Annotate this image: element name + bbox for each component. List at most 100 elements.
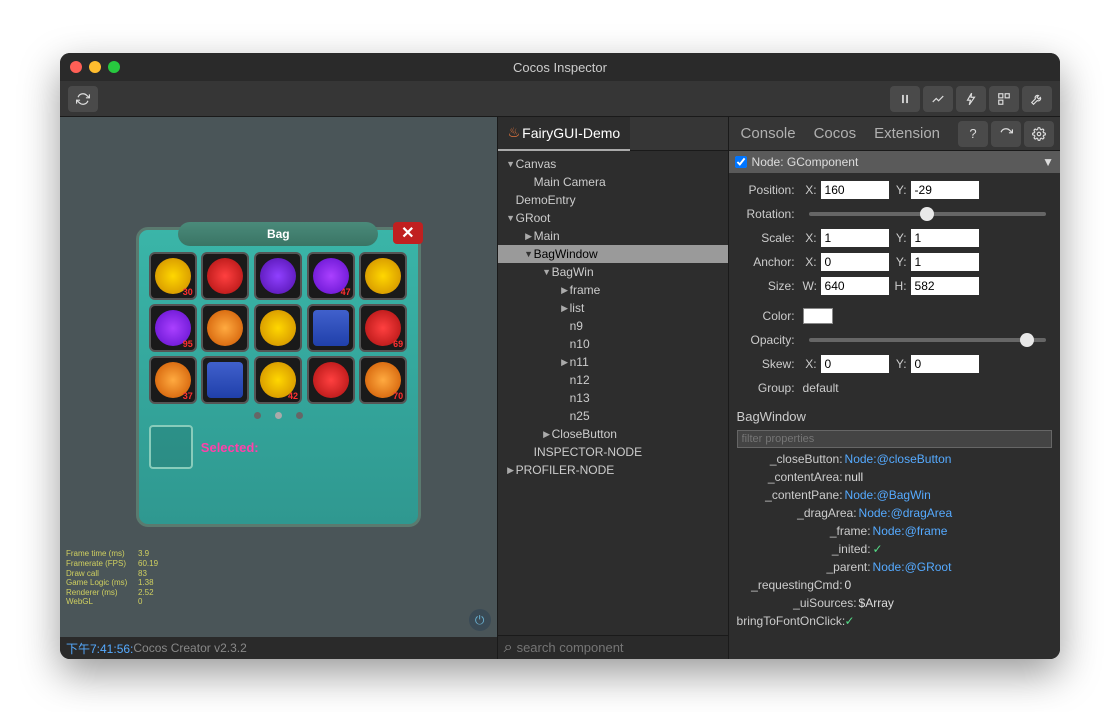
tree-item[interactable]: ▼GRoot (498, 209, 728, 227)
power-icon[interactable]: ⏻ (469, 609, 491, 631)
component-props: _closeButton:Node:@closeButton_contentAr… (729, 450, 1060, 634)
scale-x-input[interactable] (821, 229, 889, 247)
pause-button[interactable] (890, 86, 920, 112)
preview-panel: Bag ✕ 30 47 95 69 37 (60, 117, 498, 659)
chart-button[interactable] (923, 86, 953, 112)
page-dot[interactable] (275, 412, 282, 419)
prop-row[interactable]: _parent:Node:@GRoot (737, 560, 1052, 578)
bag-item[interactable] (201, 252, 249, 300)
skew-y-input[interactable] (911, 355, 979, 373)
page-dot[interactable] (296, 412, 303, 419)
color-swatch[interactable] (803, 308, 833, 324)
bag-item[interactable]: 69 (359, 304, 407, 352)
tree-item[interactable]: ▼BagWindow (498, 245, 728, 263)
anchor-y-input[interactable] (911, 253, 979, 271)
console-message: Cocos Creator v2.3.2 (133, 641, 246, 655)
prop-row[interactable]: _dragArea:Node:@dragArea (737, 506, 1052, 524)
tree-item[interactable]: Main Camera (498, 173, 728, 191)
tree-item[interactable]: ▶frame (498, 281, 728, 299)
search-input[interactable] (517, 640, 722, 655)
prop-row[interactable]: _contentPane:Node:@BagWin (737, 488, 1052, 506)
tree-item[interactable]: n25 (498, 407, 728, 425)
bag-item[interactable] (254, 252, 302, 300)
bag-item[interactable] (254, 304, 302, 352)
size-h-input[interactable] (911, 277, 979, 295)
bag-item[interactable] (359, 252, 407, 300)
scale-y-input[interactable] (911, 229, 979, 247)
refresh-inspector-button[interactable] (991, 121, 1021, 147)
maximize-window-button[interactable] (108, 61, 120, 73)
tree-item[interactable]: n9 (498, 317, 728, 335)
bag-item[interactable]: 47 (307, 252, 355, 300)
tools-button[interactable] (1022, 86, 1052, 112)
prop-row[interactable]: _requestingCmd:0 (737, 578, 1052, 596)
console-line: 下午7:41:56: Cocos Creator v2.3.2 (60, 637, 497, 659)
tree-item[interactable]: ▶n11 (498, 353, 728, 371)
fold-icon[interactable]: ▼ (1042, 155, 1054, 169)
main-area: Bag ✕ 30 47 95 69 37 (60, 117, 1060, 659)
rotation-slider[interactable] (809, 212, 1046, 216)
filter-properties-input[interactable] (737, 430, 1052, 448)
hierarchy-panel: ♨FairyGUI-Demo ▼CanvasMain CameraDemoEnt… (498, 117, 729, 659)
component-name: BagWindow (729, 405, 1060, 428)
tree-item[interactable]: ▶Main (498, 227, 728, 245)
prop-row[interactable]: _frame:Node:@frame (737, 524, 1052, 542)
help-button[interactable]: ? (958, 121, 988, 147)
app-window: Cocos Inspector Bag ✕ 30 47 (60, 53, 1060, 659)
bag-item[interactable]: 95 (149, 304, 197, 352)
prop-row[interactable]: _uiSources:$Array (737, 596, 1052, 614)
prop-row[interactable]: _inited:✓ (737, 542, 1052, 560)
traffic-lights (70, 61, 120, 73)
tab-cocos[interactable]: Cocos (808, 125, 863, 142)
anchor-x-input[interactable] (821, 253, 889, 271)
search-bar: ⌕ (498, 635, 728, 659)
opacity-slider[interactable] (809, 338, 1046, 342)
toolbar (60, 81, 1060, 117)
tree-item[interactable]: ▶PROFILER-NODE (498, 461, 728, 479)
tree-item[interactable]: ▶list (498, 299, 728, 317)
bag-title: Bag (178, 222, 378, 246)
tabs: ♨FairyGUI-Demo (498, 117, 728, 151)
minimize-window-button[interactable] (89, 61, 101, 73)
node-enabled-checkbox[interactable] (735, 156, 747, 168)
position-x-input[interactable] (821, 181, 889, 199)
prop-row[interactable]: _contentArea:null (737, 470, 1052, 488)
refresh-button[interactable] (68, 86, 98, 112)
tree-item[interactable]: n13 (498, 389, 728, 407)
tree-item[interactable]: ▼Canvas (498, 155, 728, 173)
bag-item[interactable]: 70 (359, 356, 407, 404)
page-dot[interactable] (254, 412, 261, 419)
bag-item[interactable] (201, 304, 249, 352)
position-y-input[interactable] (911, 181, 979, 199)
tree-item[interactable]: ▶CloseButton (498, 425, 728, 443)
flame-icon: ♨ (508, 124, 521, 141)
inspector-panel: Console Cocos Extension ? Node: GCompone… (729, 117, 1060, 659)
tree-item[interactable]: n12 (498, 371, 728, 389)
bag-item[interactable]: 30 (149, 252, 197, 300)
tab-extension[interactable]: Extension (868, 125, 946, 142)
prop-row[interactable]: _closeButton:Node:@closeButton (737, 452, 1052, 470)
settings-button[interactable] (1024, 121, 1054, 147)
bag-close-button[interactable]: ✕ (393, 222, 423, 244)
tree-item[interactable]: DemoEntry (498, 191, 728, 209)
titlebar: Cocos Inspector (60, 53, 1060, 81)
size-w-input[interactable] (821, 277, 889, 295)
bag-item[interactable]: 42 (254, 356, 302, 404)
tree-item[interactable]: n10 (498, 335, 728, 353)
bag-item[interactable] (201, 356, 249, 404)
close-window-button[interactable] (70, 61, 82, 73)
bag-item[interactable] (307, 304, 355, 352)
search-icon: ⌕ (504, 639, 513, 657)
tab-fairygui[interactable]: ♨FairyGUI-Demo (498, 117, 631, 151)
layout-button[interactable] (989, 86, 1019, 112)
game-preview: Bag ✕ 30 47 95 69 37 (60, 117, 497, 637)
node-header: Node: GComponent ▼ (729, 151, 1060, 173)
skew-x-input[interactable] (821, 355, 889, 373)
step-button[interactable] (956, 86, 986, 112)
prop-row[interactable]: bringToFontOnClick:✓ (737, 614, 1052, 632)
bag-item[interactable] (307, 356, 355, 404)
bag-item[interactable]: 37 (149, 356, 197, 404)
tree-item[interactable]: ▼BagWin (498, 263, 728, 281)
tab-console[interactable]: Console (735, 125, 802, 142)
tree-item[interactable]: INSPECTOR-NODE (498, 443, 728, 461)
